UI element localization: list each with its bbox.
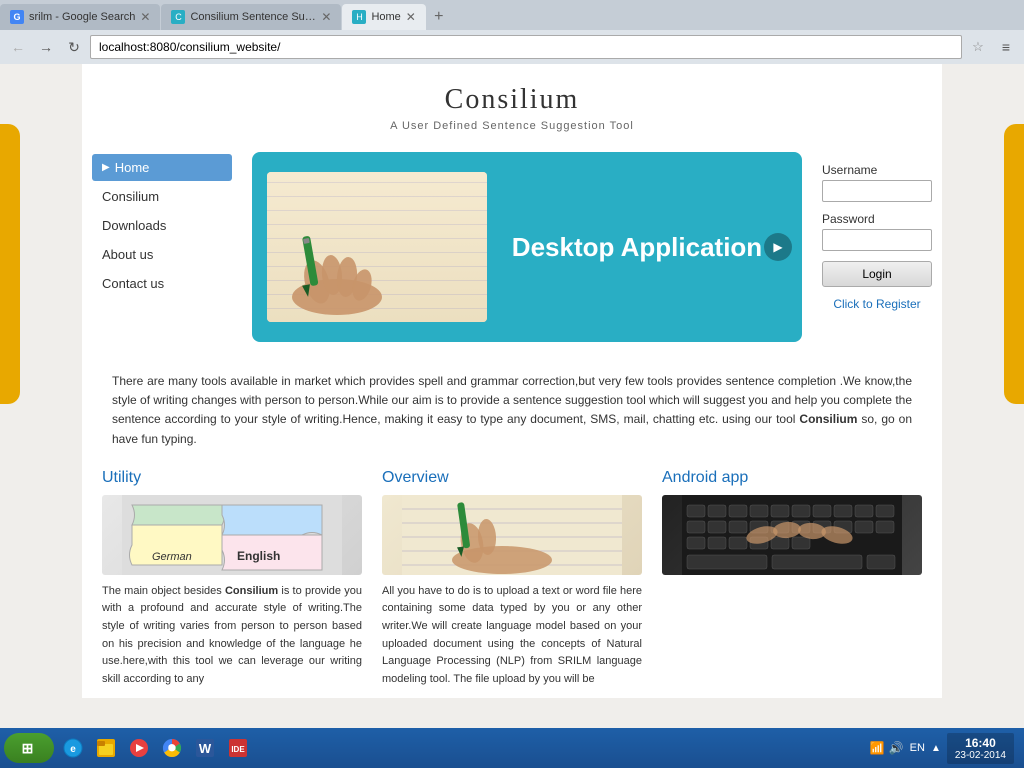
col-utility: Utility German English: [102, 469, 362, 689]
sidebar-item-about[interactable]: About us: [92, 241, 232, 268]
tab-google-search[interactable]: G srilm - Google Search ✕: [0, 4, 160, 30]
tab-label-google: srilm - Google Search: [29, 11, 135, 23]
network-icon: 📶: [870, 741, 885, 755]
login-panel: Username Password Login Click to Registe…: [812, 152, 942, 342]
sidebar-item-home[interactable]: ▶ Home: [92, 154, 232, 181]
utility-title: Utility: [102, 469, 362, 487]
explorer-icon[interactable]: [91, 733, 121, 763]
corner-left-decoration: [0, 124, 20, 404]
main-layout: ▶ Home Consilium Downloads About us Cont…: [82, 142, 942, 352]
brand-name: Consilium: [799, 412, 857, 426]
tab-consilium-suggestion[interactable]: C Consilium Sentence Sugg... ✕: [161, 4, 341, 30]
username-input[interactable]: [822, 180, 932, 202]
hero-text: Desktop Application: [487, 232, 787, 263]
tab-close-home[interactable]: ✕: [406, 10, 416, 24]
svg-text:English: English: [237, 549, 280, 563]
overview-image: [382, 495, 642, 575]
username-label: Username: [822, 163, 932, 177]
system-tray: 📶 🔊: [870, 741, 904, 755]
clock-time: 16:40: [955, 736, 1006, 750]
ie-icon[interactable]: e: [58, 733, 88, 763]
svg-text:W: W: [199, 741, 212, 756]
tab-close-google[interactable]: ✕: [140, 10, 150, 24]
browser-chrome: G srilm - Google Search ✕ C Consilium Se…: [0, 0, 1024, 64]
utility-image: German English: [102, 495, 362, 575]
chrome-icon[interactable]: [157, 733, 187, 763]
sidebar-item-contact-label: Contact us: [102, 276, 164, 291]
col-android: Android app: [662, 469, 922, 689]
hero-image: [267, 172, 487, 322]
sidebar-item-consilium-label: Consilium: [102, 189, 159, 204]
tab-label-home: Home: [371, 11, 400, 23]
android-image: [662, 495, 922, 575]
three-columns: Utility German English: [82, 459, 942, 699]
sidebar-item-consilium[interactable]: Consilium: [92, 183, 232, 210]
hero-title: Desktop Application: [512, 232, 762, 263]
overview-title: Overview: [382, 469, 642, 487]
tab-close-consilium[interactable]: ✕: [321, 10, 331, 24]
site-header: Consilium A User Defined Sentence Sugges…: [82, 64, 942, 142]
arrow-icon: ▶: [102, 162, 110, 173]
system-clock[interactable]: 16:40 23-02-2014: [947, 733, 1014, 764]
forward-button[interactable]: →: [34, 35, 58, 59]
site-title: Consilium: [112, 84, 912, 116]
login-button[interactable]: Login: [822, 261, 932, 287]
volume-icon: 🔊: [889, 741, 904, 755]
hand-writing-image: [267, 172, 487, 322]
ide-icon[interactable]: IDE: [223, 733, 253, 763]
new-tab-button[interactable]: +: [426, 4, 452, 30]
hero-next-button[interactable]: ▶: [764, 233, 792, 261]
utility-text: The main object besides Consilium is to …: [102, 583, 362, 689]
taskbar-items: e W IDE: [58, 733, 253, 763]
puzzle-svg: German English: [102, 495, 362, 575]
sidebar-item-about-label: About us: [102, 247, 153, 262]
description-text-1: There are many tools available in market…: [112, 374, 912, 426]
media-icon[interactable]: [124, 733, 154, 763]
svg-text:IDE: IDE: [231, 745, 245, 754]
page-content: Consilium A User Defined Sentence Sugges…: [0, 64, 1024, 728]
sidebar-item-downloads[interactable]: Downloads: [92, 212, 232, 239]
clock-date: 23-02-2014: [955, 750, 1006, 761]
tab-bar: G srilm - Google Search ✕ C Consilium Se…: [0, 0, 1024, 30]
language-indicator[interactable]: EN: [910, 742, 925, 754]
word-icon[interactable]: W: [190, 733, 220, 763]
site-subtitle: A User Defined Sentence Suggestion Tool: [112, 120, 912, 132]
address-bar[interactable]: [90, 35, 962, 59]
svg-text:e: e: [70, 744, 76, 755]
svg-text:German: German: [152, 551, 192, 563]
bookmark-star-icon[interactable]: ☆: [966, 35, 990, 59]
corner-right-decoration: [1004, 124, 1024, 404]
back-button[interactable]: ←: [6, 35, 30, 59]
hero-slider: Desktop Application ▶: [252, 152, 802, 342]
start-button[interactable]: ⊞: [4, 733, 54, 763]
sidebar-item-downloads-label: Downloads: [102, 218, 166, 233]
hero-area: Desktop Application ▶: [242, 152, 812, 342]
menu-icon[interactable]: ≡: [994, 35, 1018, 59]
taskbar-right: 📶 🔊 EN ▲ 16:40 23-02-2014: [870, 733, 1020, 764]
keyboard-svg: [662, 495, 922, 575]
taskbar-expand[interactable]: ▲: [931, 743, 941, 754]
nav-bar: ← → ↻ ☆ ≡: [0, 30, 1024, 64]
writing-svg: [382, 495, 642, 575]
sidebar-item-home-label: Home: [115, 160, 150, 175]
android-title: Android app: [662, 469, 922, 487]
taskbar: ⊞ e W IDE 📶 🔊 EN ▲: [0, 728, 1024, 768]
site-wrapper: Consilium A User Defined Sentence Sugges…: [82, 64, 942, 698]
col-overview: Overview: [382, 469, 642, 689]
google-favicon: G: [10, 10, 24, 24]
home-favicon: H: [352, 10, 366, 24]
password-label: Password: [822, 212, 932, 226]
register-link[interactable]: Click to Register: [822, 297, 932, 311]
description-section: There are many tools available in market…: [82, 352, 942, 459]
windows-icon: ⊞: [22, 740, 34, 757]
tab-label-consilium: Consilium Sentence Sugg...: [190, 11, 316, 23]
sidebar-item-contact[interactable]: Contact us: [92, 270, 232, 297]
password-input[interactable]: [822, 229, 932, 251]
hand-pen-svg: [277, 227, 397, 317]
consilium-favicon: C: [171, 10, 185, 24]
tab-home[interactable]: H Home ✕: [342, 4, 425, 30]
reload-button[interactable]: ↻: [62, 35, 86, 59]
sidebar: ▶ Home Consilium Downloads About us Cont…: [82, 152, 242, 342]
overview-text: All you have to do is to upload a text o…: [382, 583, 642, 689]
